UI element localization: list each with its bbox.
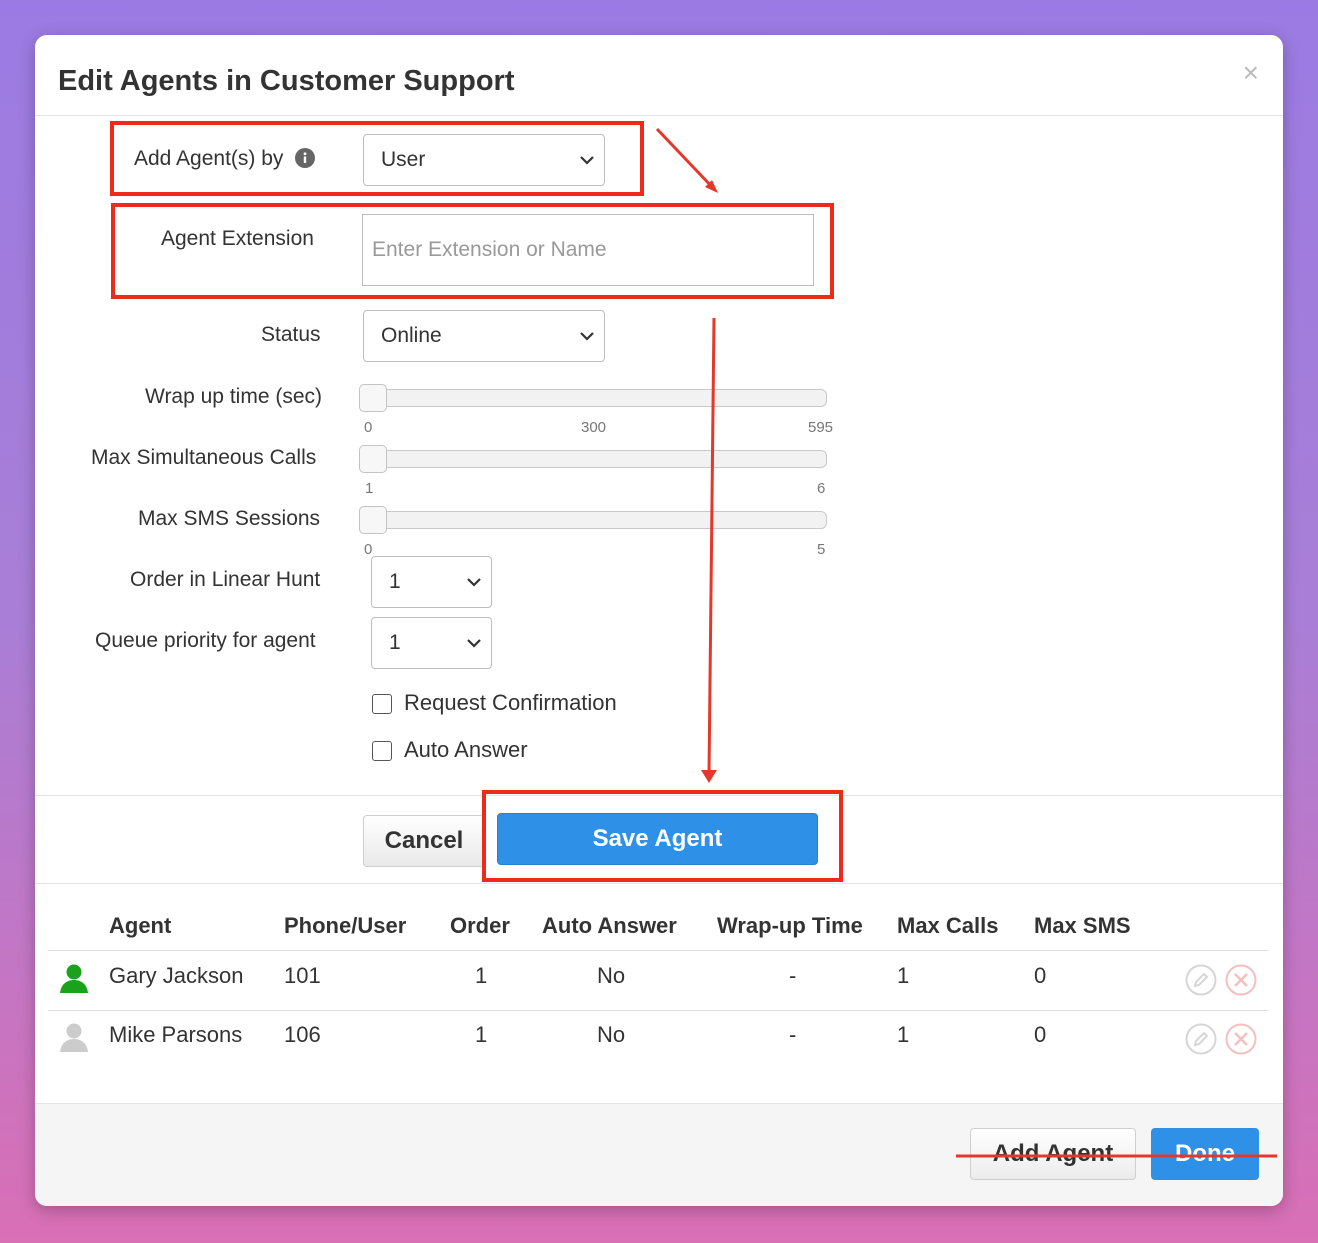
annotation-arrows (655, 127, 1277, 1158)
